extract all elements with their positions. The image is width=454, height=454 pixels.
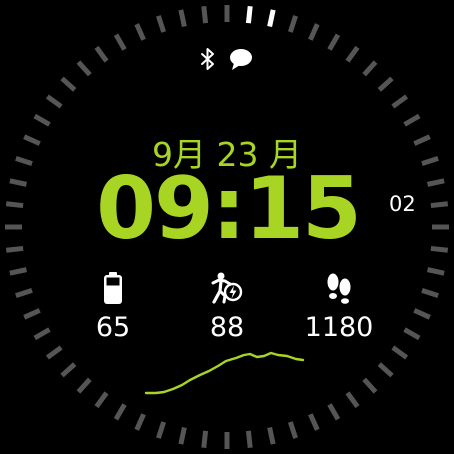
- second-tick: [245, 430, 253, 449]
- second-tick: [5, 201, 24, 209]
- second-tick-active: [245, 5, 253, 24]
- second-tick: [267, 426, 276, 445]
- watch-face: 9月 23 月 09:15 02 65 88 1180: [0, 0, 454, 454]
- second-tick: [60, 76, 77, 92]
- second-tick: [201, 5, 209, 24]
- second-tick: [287, 421, 298, 439]
- second-tick: [430, 201, 449, 209]
- status-icons-row: [0, 45, 454, 73]
- second-tick: [430, 245, 449, 253]
- second-tick: [178, 426, 187, 445]
- second-tick: [391, 94, 409, 109]
- second-tick: [33, 113, 51, 127]
- second-tick: [33, 327, 51, 341]
- second-tick: [60, 362, 77, 378]
- time-display: 09:15: [96, 159, 362, 259]
- second-tick: [113, 403, 127, 421]
- second-tick: [403, 327, 421, 341]
- second-tick: [362, 377, 378, 394]
- second-tick: [178, 9, 187, 28]
- second-tick: [156, 421, 167, 439]
- activity-complication[interactable]: 88: [172, 272, 282, 343]
- second-tick: [345, 391, 360, 409]
- battery-value: 65: [95, 312, 131, 343]
- second-tick: [377, 362, 394, 378]
- second-tick: [134, 413, 146, 431]
- second-tick-active: [267, 9, 276, 28]
- second-tick: [45, 345, 63, 360]
- second-tick: [156, 15, 167, 33]
- second-tick: [426, 267, 445, 276]
- second-tick: [45, 94, 63, 109]
- trend-graph: [144, 351, 305, 395]
- second-tick: [426, 178, 445, 187]
- battery-complication[interactable]: 65: [58, 272, 168, 343]
- second-tick: [421, 287, 439, 298]
- steps-value: 1180: [304, 312, 374, 343]
- activity-value: 88: [209, 312, 245, 343]
- message-icon: [228, 47, 254, 71]
- second-tick: [76, 377, 92, 394]
- second-tick: [9, 267, 28, 276]
- second-tick: [15, 287, 33, 298]
- second-tick: [308, 413, 320, 431]
- second-tick: [287, 15, 298, 33]
- second-tick: [413, 308, 431, 320]
- bluetooth-icon: [200, 47, 216, 71]
- second-tick: [391, 345, 409, 360]
- trend-line: [144, 351, 305, 395]
- battery-icon: [102, 271, 124, 309]
- second-tick: [377, 76, 394, 92]
- second-tick: [403, 113, 421, 127]
- seconds-display: 02: [389, 192, 416, 216]
- footsteps-icon: [324, 272, 354, 308]
- activity-icon: [210, 271, 244, 309]
- second-tick: [9, 178, 28, 187]
- second-tick: [201, 430, 209, 449]
- steps-complication[interactable]: 1180: [284, 272, 394, 343]
- second-tick: [94, 391, 109, 409]
- second-tick: [327, 403, 341, 421]
- second-tick: [134, 23, 146, 41]
- second-tick: [23, 308, 41, 320]
- second-tick: [308, 23, 320, 41]
- second-tick: [5, 245, 24, 253]
